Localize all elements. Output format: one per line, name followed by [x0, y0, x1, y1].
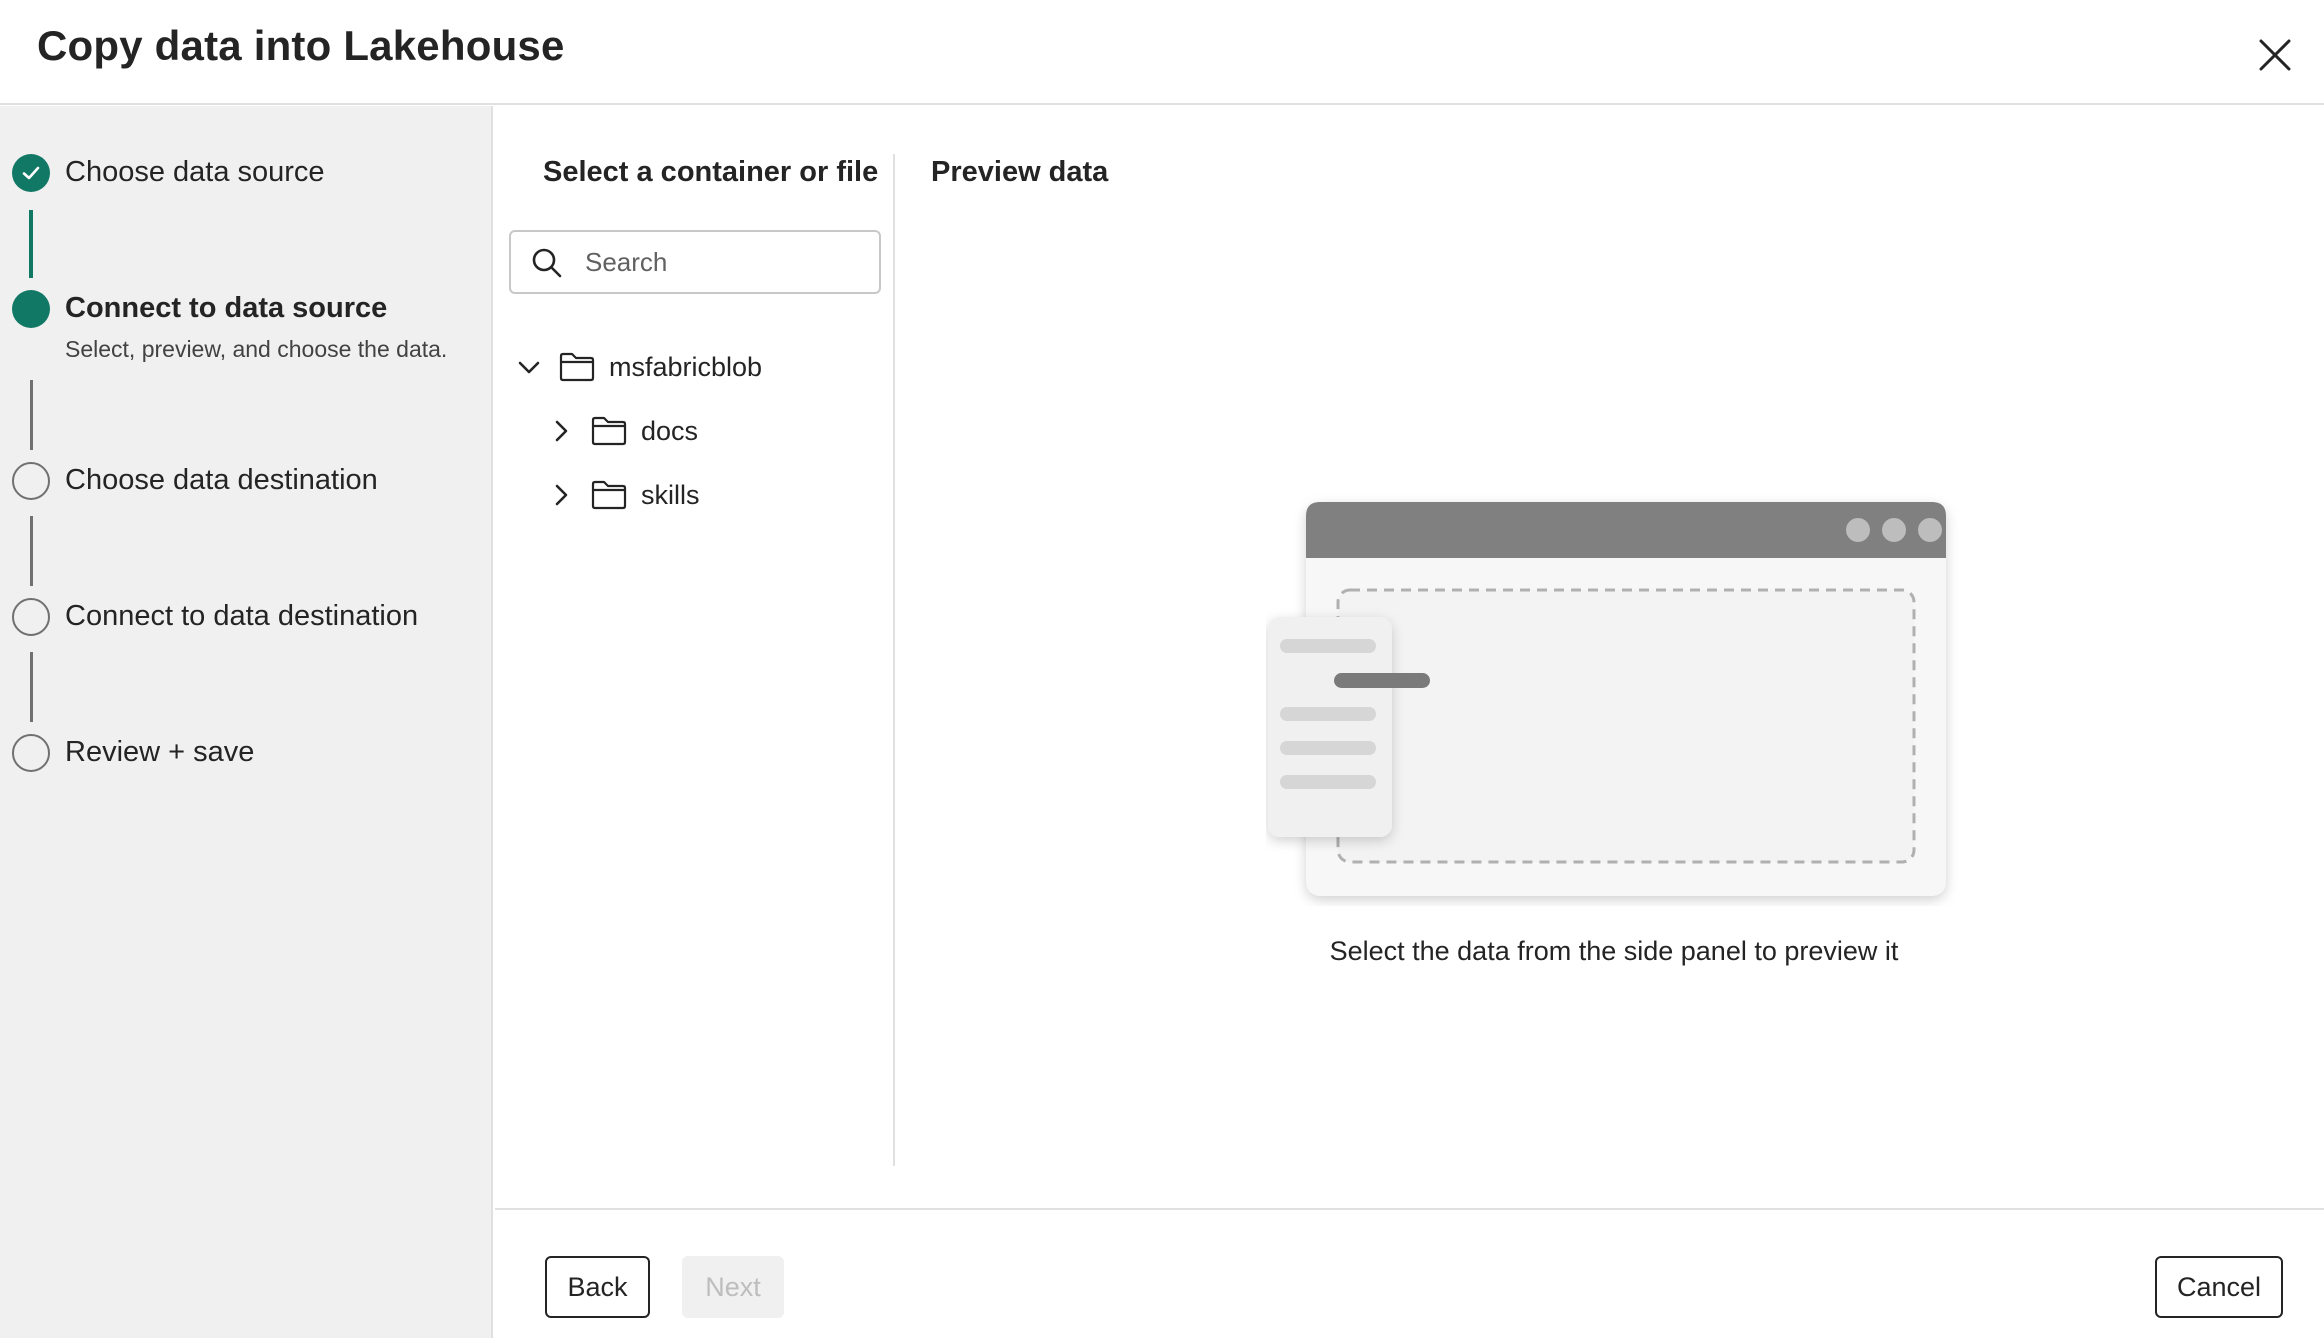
close-button[interactable]: [2250, 30, 2300, 80]
tree-item-msfabricblob[interactable]: msfabricblob: [513, 342, 762, 392]
step-completed-indicator: [12, 154, 50, 192]
preview-title: Preview data: [931, 156, 1109, 188]
step-connector: [30, 380, 33, 450]
dialog-header: Copy data into Lakehouse: [0, 0, 2324, 105]
step-label: Review + save: [65, 736, 255, 768]
step-current-indicator: [12, 290, 50, 328]
search-input[interactable]: [585, 242, 865, 282]
step-label: Choose data destination: [65, 464, 378, 496]
tree-pane-title: Select a container or file: [543, 156, 879, 188]
preview-empty-caption: Select the data from the side panel to p…: [1329, 936, 1899, 966]
tree-item-label: docs: [641, 415, 699, 446]
step-connector: [29, 210, 33, 278]
search-box[interactable]: [509, 230, 881, 294]
folder-icon: [591, 480, 627, 510]
empty-preview-illustration: [1268, 502, 1946, 896]
chevron-right-icon[interactable]: [545, 415, 577, 447]
preview-pane: Preview data Select the data from the si…: [896, 106, 2324, 1206]
back-button[interactable]: Back: [545, 1256, 650, 1318]
search-icon: [532, 248, 562, 278]
pane-divider: [893, 154, 895, 1166]
chevron-right-icon[interactable]: [545, 479, 577, 511]
chevron-down-icon[interactable]: [513, 351, 545, 383]
container-tree-pane: Select a container or file msfabricblob …: [495, 106, 895, 1166]
tree-item-label: skills: [641, 479, 700, 510]
step-label: Connect to data destination: [65, 600, 419, 632]
close-icon[interactable]: [2258, 38, 2292, 72]
next-button[interactable]: Next: [682, 1256, 784, 1318]
tree-item-skills[interactable]: skills: [545, 470, 700, 520]
step-pending-indicator: [12, 462, 50, 500]
step-label: Choose data source: [65, 156, 325, 188]
cancel-button[interactable]: Cancel: [2155, 1256, 2283, 1318]
step-connector: [30, 652, 33, 722]
step-label: Connect to data source: [65, 292, 388, 324]
wizard-stepper: Choose data source Connect to data sourc…: [0, 106, 493, 1338]
step-pending-indicator: [12, 598, 50, 636]
step-pending-indicator: [12, 734, 50, 772]
folder-icon: [591, 416, 627, 446]
checkmark-icon: [22, 166, 40, 180]
tree-item-docs[interactable]: docs: [545, 406, 698, 456]
folder-icon: [559, 352, 595, 382]
dialog-title: Copy data into Lakehouse: [37, 22, 565, 69]
tree-item-label: msfabricblob: [609, 351, 763, 382]
step-connector: [30, 516, 33, 586]
step-description: Select, preview, and choose the data.: [65, 336, 448, 362]
dialog-footer: Back Next Cancel: [495, 1208, 2324, 1338]
